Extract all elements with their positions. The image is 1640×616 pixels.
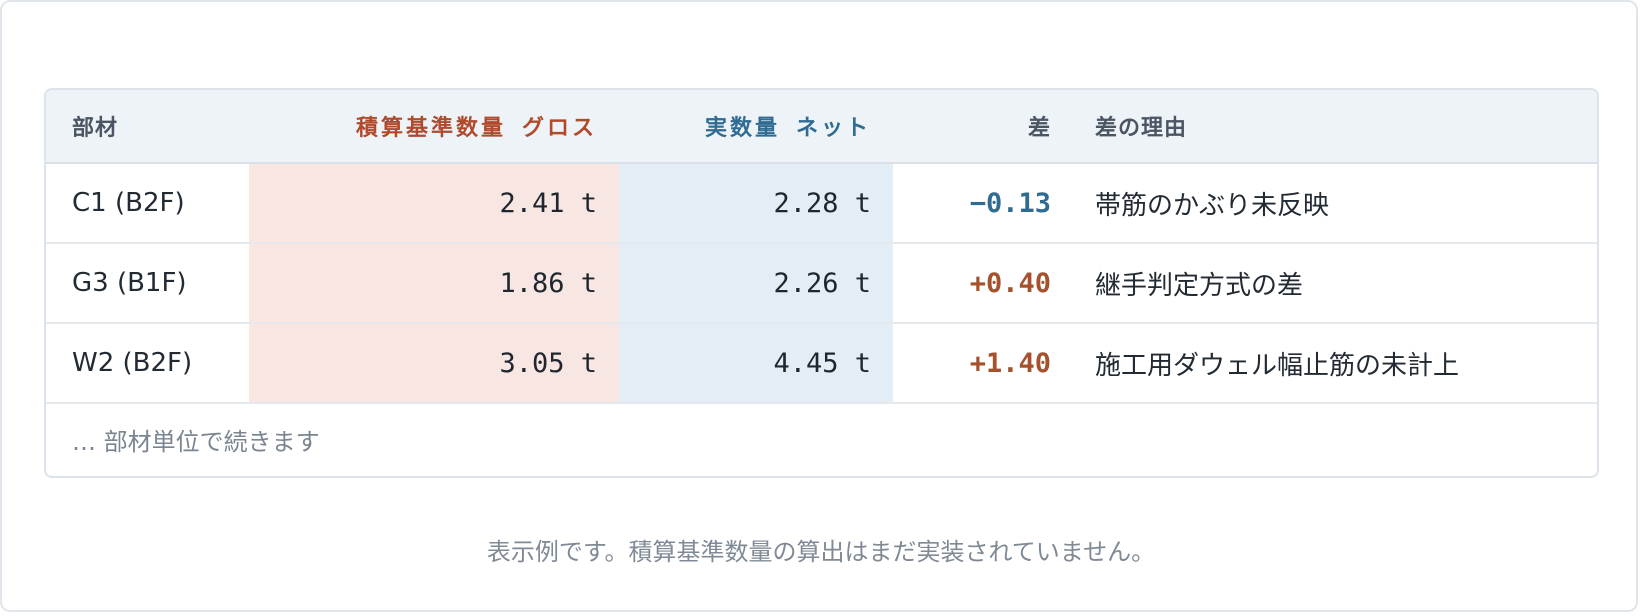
cell-gross: 3.05 t: [249, 324, 619, 402]
table-row: G3 (B1F) 1.86 t 2.26 t +0.40 継手判定方式の差: [46, 244, 1597, 324]
header-diff-label: 差: [1027, 116, 1051, 141]
cell-reason: 継手判定方式の差: [1073, 244, 1597, 322]
header-part-label: 部材: [72, 116, 119, 141]
cell-diff: +1.40: [893, 324, 1073, 402]
reason-text: 継手判定方式の差: [1095, 270, 1304, 301]
table-header-row: 部材 積算基準数量 グロス 実数量 ネット 差 差の理由: [46, 90, 1597, 164]
cell-net: 2.28 t: [619, 164, 893, 242]
net-value: 2.26 t: [773, 267, 871, 299]
diff-value: +1.40: [969, 347, 1051, 379]
panel-frame: 部材 積算基準数量 グロス 実数量 ネット 差 差の理由 C1 (B2F) 2.41…: [0, 0, 1638, 612]
reason-text: 施工用ダウェル幅止筋の未計上: [1095, 350, 1460, 381]
header-gross: 積算基準数量 グロス: [249, 90, 619, 162]
header-gross-main: 積算基準数量: [355, 116, 506, 141]
comparison-table: 部材 積算基準数量 グロス 実数量 ネット 差 差の理由 C1 (B2F) 2.41…: [44, 88, 1599, 478]
header-net: 実数量 ネット: [619, 90, 893, 162]
more-rows-note: … 部材単位で続きます: [46, 404, 1597, 476]
gross-value: 2.41 t: [499, 187, 597, 219]
more-rows-text: … 部材単位で続きます: [72, 428, 320, 456]
cell-part: G3 (B1F): [46, 244, 249, 322]
cell-reason: 施工用ダウェル幅止筋の未計上: [1073, 324, 1597, 402]
reason-text: 帯筋のかぶり未反映: [1095, 190, 1330, 221]
cell-gross: 2.41 t: [249, 164, 619, 242]
header-net-sub: ネット: [795, 116, 871, 141]
cell-diff: −0.13: [893, 164, 1073, 242]
part-label: G3 (B1F): [72, 268, 187, 298]
header-reason-label: 差の理由: [1095, 116, 1188, 141]
cell-net: 4.45 t: [619, 324, 893, 402]
header-reason: 差の理由: [1073, 90, 1597, 162]
cell-gross: 1.86 t: [249, 244, 619, 322]
table-row: W2 (B2F) 3.05 t 4.45 t +1.40 施工用ダウェル幅止筋の…: [46, 324, 1597, 404]
gross-value: 3.05 t: [499, 347, 597, 379]
cell-part: W2 (B2F): [46, 324, 249, 402]
gross-value: 1.86 t: [499, 267, 597, 299]
cell-reason: 帯筋のかぶり未反映: [1073, 164, 1597, 242]
part-label: W2 (B2F): [72, 348, 193, 378]
header-diff: 差: [893, 90, 1073, 162]
header-net-label: 実数量 ネット: [705, 110, 871, 142]
part-label: C1 (B2F): [72, 188, 185, 218]
footnote: 表示例です。積算基準数量の算出はまだ実装されていません。: [486, 538, 1156, 566]
header-gross-sub: グロス: [521, 116, 597, 141]
header-net-main: 実数量: [704, 116, 780, 141]
net-value: 4.45 t: [773, 347, 871, 379]
diff-value: +0.40: [969, 267, 1051, 299]
net-value: 2.28 t: [773, 187, 871, 219]
diff-value: −0.13: [969, 187, 1051, 219]
cell-net: 2.26 t: [619, 244, 893, 322]
cell-diff: +0.40: [893, 244, 1073, 322]
table-row: C1 (B2F) 2.41 t 2.28 t −0.13 帯筋のかぶり未反映: [46, 164, 1597, 244]
cell-part: C1 (B2F): [46, 164, 249, 242]
header-part: 部材: [46, 90, 249, 162]
header-gross-label: 積算基準数量 グロス: [356, 110, 597, 142]
